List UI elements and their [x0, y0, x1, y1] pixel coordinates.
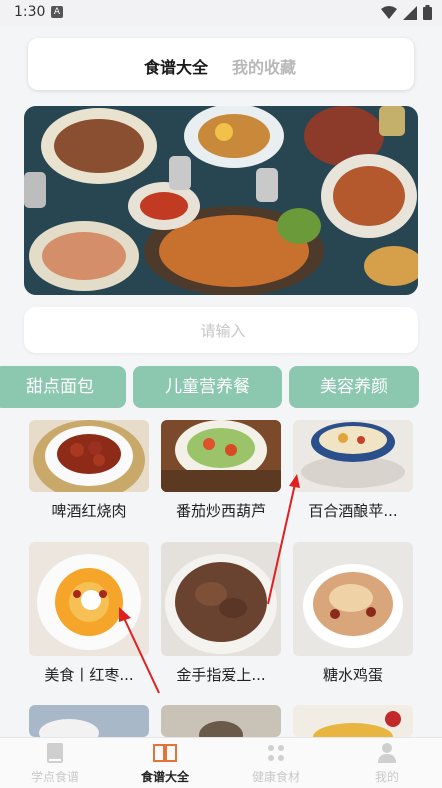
recipe-image [29, 542, 149, 656]
battery-icon [423, 5, 432, 20]
recipe-title: 美食丨红枣... [44, 666, 134, 684]
status-bar: 1:30 A [0, 0, 442, 26]
bottom-nav: 学点食谱 食谱大全 健康食材 我的 [0, 737, 442, 788]
book-closed-icon [47, 743, 63, 763]
recipe-title: 番茄炒西葫芦 [175, 502, 266, 520]
banner-image[interactable] [24, 106, 418, 295]
recipe-image [293, 705, 413, 737]
recipe-card[interactable]: 番茄炒西葫芦 [161, 420, 281, 521]
recipe-image [29, 705, 149, 737]
notification-icon: A [51, 6, 63, 18]
top-tabs: 食谱大全 我的收藏 [28, 38, 414, 90]
user-icon [378, 743, 396, 763]
tab-my-favorites[interactable]: 我的收藏 [232, 54, 296, 78]
status-icons [381, 5, 432, 20]
book-open-icon [153, 744, 177, 762]
recipe-title: 糖水鸡蛋 [322, 666, 383, 684]
nav-label: 学点食谱 [30, 770, 79, 784]
recipe-card[interactable] [293, 705, 413, 737]
recipe-card[interactable]: 百合酒酿苹... [293, 420, 413, 521]
search-input[interactable] [24, 307, 422, 355]
wifi-icon [381, 5, 397, 19]
recipe-image [293, 420, 413, 492]
nav-label: 食谱大全 [140, 770, 189, 784]
recipe-card[interactable]: 糖水鸡蛋 [293, 542, 413, 685]
recipe-card[interactable]: 金手指爱上... [161, 542, 281, 685]
recipe-title: 啤酒红烧肉 [51, 502, 127, 520]
nav-label: 我的 [374, 770, 399, 784]
category-button-desserts[interactable]: 甜点面包 [0, 366, 126, 408]
category-row: 甜点面包 儿童营养餐 美容养颜 [0, 366, 442, 408]
category-button-kids-nutrition[interactable]: 儿童营养餐 [133, 366, 282, 408]
signal-icon [403, 5, 417, 20]
nav-item-recipes-all[interactable]: 食谱大全 [120, 742, 210, 785]
search-box [24, 307, 422, 355]
nav-item-mine[interactable]: 我的 [342, 742, 432, 785]
nav-label: 健康食材 [251, 770, 300, 784]
recipe-card[interactable]: 美食丨红枣... [29, 542, 149, 685]
nav-item-healthy-ingredients[interactable]: 健康食材 [231, 742, 321, 785]
recipe-card[interactable] [29, 705, 149, 737]
recipe-image [29, 420, 149, 492]
grid-icon [268, 745, 284, 761]
nav-item-learn-recipes[interactable]: 学点食谱 [10, 742, 100, 785]
status-time: 1:30 [14, 4, 46, 20]
recipe-card[interactable]: 啤酒红烧肉 [29, 420, 149, 521]
recipe-image [293, 542, 413, 656]
recipe-card[interactable] [161, 705, 281, 737]
recipe-image [161, 420, 281, 492]
recipe-image [161, 705, 281, 737]
tab-recipes-all[interactable]: 食谱大全 [144, 54, 208, 78]
recipe-title: 金手指爱上... [176, 666, 266, 684]
recipe-image [161, 542, 281, 656]
category-button-beauty[interactable]: 美容养颜 [289, 366, 419, 408]
recipe-title: 百合酒酿苹... [308, 502, 398, 520]
